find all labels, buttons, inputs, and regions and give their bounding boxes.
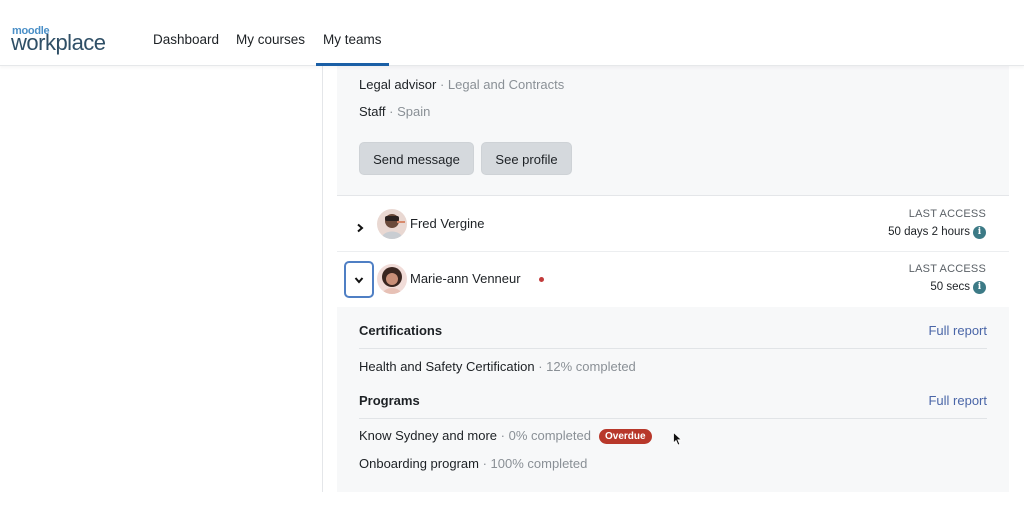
nav-dashboard[interactable]: Dashboard — [153, 0, 219, 66]
avatar-marie-image — [377, 264, 407, 294]
member-detail-card: Legal advisor · Legal and Contracts Staf… — [337, 66, 1009, 196]
overdue-badge: Overdue — [598, 429, 652, 444]
online-status-dot — [539, 277, 544, 282]
certifications-heading: Certifications — [359, 323, 443, 338]
send-message-button[interactable]: Send message — [359, 142, 474, 175]
programs-heading: Programs — [359, 393, 420, 408]
certification-name: Health and Safety Certification — [359, 359, 535, 374]
member-learning-details: Certifications Full report Health and Sa… — [337, 307, 1009, 492]
program-name: Know Sydney and more — [359, 428, 498, 443]
program-name: Onboarding program — [359, 456, 479, 471]
info-icon[interactable]: i — [973, 281, 986, 294]
mouse-cursor-icon — [673, 432, 683, 446]
last-access-value: 50 secs — [930, 281, 970, 293]
certification-progress: 12% completed — [546, 359, 636, 374]
moodle-workplace-logo[interactable]: moodle workplace — [11, 26, 121, 56]
department: Legal and Contracts — [447, 77, 565, 92]
section-divider — [359, 348, 987, 349]
nav-my-courses[interactable]: My courses — [236, 0, 305, 66]
location: Spain — [397, 104, 431, 119]
last-access-label: LAST ACCESS — [908, 263, 986, 275]
member-row[interactable]: Marie-ann Venneur LAST ACCESS 50 secs i — [337, 253, 1009, 307]
collapse-toggle-button[interactable] — [344, 261, 374, 298]
last-access-label: LAST ACCESS — [908, 208, 986, 220]
top-navbar: moodle workplace Dashboard My courses My… — [0, 0, 1024, 66]
team-members-panel: Legal advisor · Legal and Contracts Staf… — [323, 66, 1024, 492]
chevron-down-icon — [354, 276, 364, 284]
job-info-line: Legal advisor · Legal and Contracts — [359, 77, 564, 92]
program-progress: 0% completed — [508, 428, 591, 443]
program-item: Onboarding program · 100% completed — [359, 456, 587, 471]
program-item: Know Sydney and more · 0% completed Overd… — [359, 428, 652, 444]
info-icon[interactable]: i — [973, 226, 986, 239]
member-row[interactable]: Fred Vergine LAST ACCESS 50 days 2 hours… — [337, 198, 1009, 252]
programs-full-report-link[interactable]: Full report — [928, 393, 987, 408]
section-divider — [359, 418, 987, 419]
certifications-full-report-link[interactable]: Full report — [928, 323, 987, 338]
separator: · — [478, 456, 491, 471]
nav-my-teams[interactable]: My teams — [316, 0, 388, 66]
member-name[interactable]: Fred Vergine — [410, 216, 484, 231]
last-access-value: 50 days 2 hours — [888, 226, 970, 238]
separator: · — [497, 428, 509, 443]
certification-item: Health and Safety Certification · 12% co… — [359, 359, 636, 374]
separator: · — [385, 104, 398, 119]
program-progress: 100% completed — [490, 456, 588, 471]
avatar-fred-image — [377, 209, 407, 239]
separator: · — [436, 77, 448, 92]
member-name[interactable]: Marie-ann Venneur — [410, 271, 521, 286]
avatar — [377, 209, 407, 239]
see-profile-button[interactable]: See profile — [481, 142, 572, 175]
position-info-line: Staff · Spain — [359, 104, 430, 119]
separator: · — [534, 359, 547, 374]
chevron-right-icon — [356, 223, 364, 233]
logo-workplace-text: workplace — [11, 30, 106, 55]
avatar — [377, 264, 407, 294]
position: Staff — [359, 104, 386, 119]
job-title: Legal advisor — [359, 77, 437, 92]
expand-toggle-button[interactable] — [345, 210, 374, 246]
